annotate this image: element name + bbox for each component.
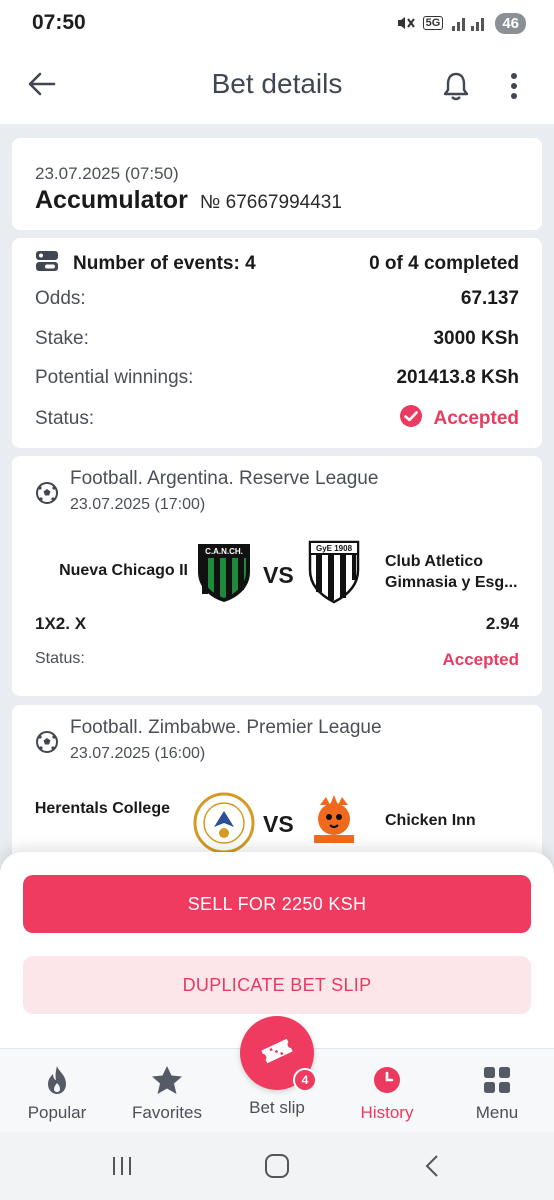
list-toggle-icon (35, 250, 59, 278)
winnings-value: 201413.8 KSh (396, 367, 519, 388)
away-team-name: Chicken Inn (385, 812, 476, 829)
nav-menu-label: Menu (475, 1103, 519, 1122)
away-team-logo: GyE 1908 (302, 540, 366, 604)
events-label-wrap: Number of events: 4 (35, 250, 256, 278)
ticket-icon (259, 1036, 295, 1071)
nav-favorites-label: Favorites (132, 1103, 202, 1122)
status-icons: 5G 46 (395, 12, 526, 34)
events-row: Number of events: 4 0 of 4 completed (35, 250, 519, 278)
nav-popular-label: Popular (27, 1103, 87, 1122)
more-vertical-icon[interactable] (500, 66, 528, 106)
event-card[interactable]: Football. Argentina. Reserve League 23.0… (12, 456, 542, 696)
network-5g-icon: 5G (422, 16, 444, 30)
status-value: Accepted (433, 408, 519, 429)
status-accepted: Accepted (399, 404, 519, 434)
home-team-name: Herentals College (34, 800, 170, 817)
system-nav-bar (0, 1132, 554, 1200)
event-header: Football. Argentina. Reserve League 23.0… (36, 468, 378, 514)
event-status-value: Accepted (442, 650, 519, 669)
sell-button[interactable]: SELL FOR 2250 KSH (23, 875, 531, 933)
away-team-name: Club Atletico Gimnasia y Esg... (385, 553, 518, 591)
stake-row: Stake: 3000 KSh (35, 328, 519, 350)
grid-menu-icon (483, 1065, 511, 1095)
nav-favorites[interactable]: Favorites (112, 1049, 222, 1133)
nav-history-label: History (360, 1103, 414, 1122)
nav-popular[interactable]: Popular (2, 1049, 112, 1133)
status-bar: 07:50 5G 46 (0, 0, 554, 46)
bell-icon[interactable] (436, 66, 476, 106)
bet-slip-count-badge: 4 (293, 1068, 317, 1092)
event-status-label: Status: (35, 650, 85, 667)
market-row: 1X2. X 2.94 (35, 614, 519, 634)
market-odd: 2.94 (485, 614, 519, 633)
completed-count: 0 of 4 completed (369, 253, 519, 274)
bet-header-card: 23.07.2025 (07:50) Accumulator № 6766799… (12, 138, 542, 230)
app-bar: Bet details (0, 46, 554, 124)
winnings-row: Potential winnings: 201413.8 KSh (35, 367, 519, 389)
mute-icon (395, 13, 415, 33)
home-icon[interactable] (257, 1150, 297, 1182)
event-info: Football. Zimbabwe. Premier League 23.07… (70, 717, 382, 763)
recent-apps-icon[interactable] (102, 1150, 142, 1182)
stake-value: 3000 KSh (433, 328, 519, 349)
away-team-logo (302, 791, 366, 855)
bet-type: Accumulator (35, 186, 188, 214)
winnings-label: Potential winnings: (35, 367, 194, 388)
bet-summary-card: Number of events: 4 0 of 4 completed Odd… (12, 238, 542, 448)
odds-label: Odds: (35, 288, 86, 309)
football-icon (36, 731, 58, 763)
nav-bet-slip-label[interactable]: Bet slip (222, 1098, 332, 1118)
nav-history[interactable]: History (332, 1049, 442, 1133)
check-circle-icon (399, 404, 423, 434)
flame-icon (44, 1065, 70, 1095)
event-status-row: Status: Accepted (35, 650, 519, 670)
duplicate-bet-slip-button[interactable]: DUPLICATE BET SLIP (23, 956, 531, 1014)
event-league: Football. Zimbabwe. Premier League (70, 717, 382, 738)
football-icon (36, 482, 58, 514)
vs-label: VS (263, 562, 294, 588)
bet-number: № 67667994431 (200, 192, 342, 213)
event-league: Football. Argentina. Reserve League (70, 468, 379, 489)
market-label: 1X2. X (35, 614, 87, 633)
clock-icon (373, 1065, 401, 1095)
bet-date: 23.07.2025 (07:50) (35, 164, 179, 183)
stake-label: Stake: (35, 328, 89, 349)
event-date: 23.07.2025 (16:00) (70, 745, 206, 762)
home-team-logo: C.A.N.CH. (192, 540, 256, 604)
status-row: Status: Accepted (35, 404, 519, 434)
vs-label: VS (263, 811, 294, 837)
event-header: Football. Zimbabwe. Premier League 23.07… (36, 717, 382, 763)
system-back-icon[interactable] (412, 1150, 452, 1182)
signal-icon (451, 14, 487, 32)
home-logo-text: C.A.N.CH. (205, 547, 243, 556)
home-team-logo (192, 791, 256, 855)
odds-row: Odds: 67.137 (35, 288, 519, 310)
star-icon (151, 1065, 183, 1095)
event-info: Football. Argentina. Reserve League 23.0… (70, 468, 378, 514)
nav-menu[interactable]: Menu (442, 1049, 552, 1133)
status-time: 07:50 (32, 11, 86, 34)
status-label: Status: (35, 408, 95, 429)
away-logo-text: GyE 1908 (316, 544, 353, 553)
home-team-name: Nueva Chicago II (59, 562, 188, 579)
event-date: 23.07.2025 (17:00) (70, 496, 206, 513)
battery-indicator: 46 (495, 12, 526, 34)
odds-value: 67.137 (460, 288, 519, 309)
events-label: Number of events: 4 (73, 253, 256, 274)
